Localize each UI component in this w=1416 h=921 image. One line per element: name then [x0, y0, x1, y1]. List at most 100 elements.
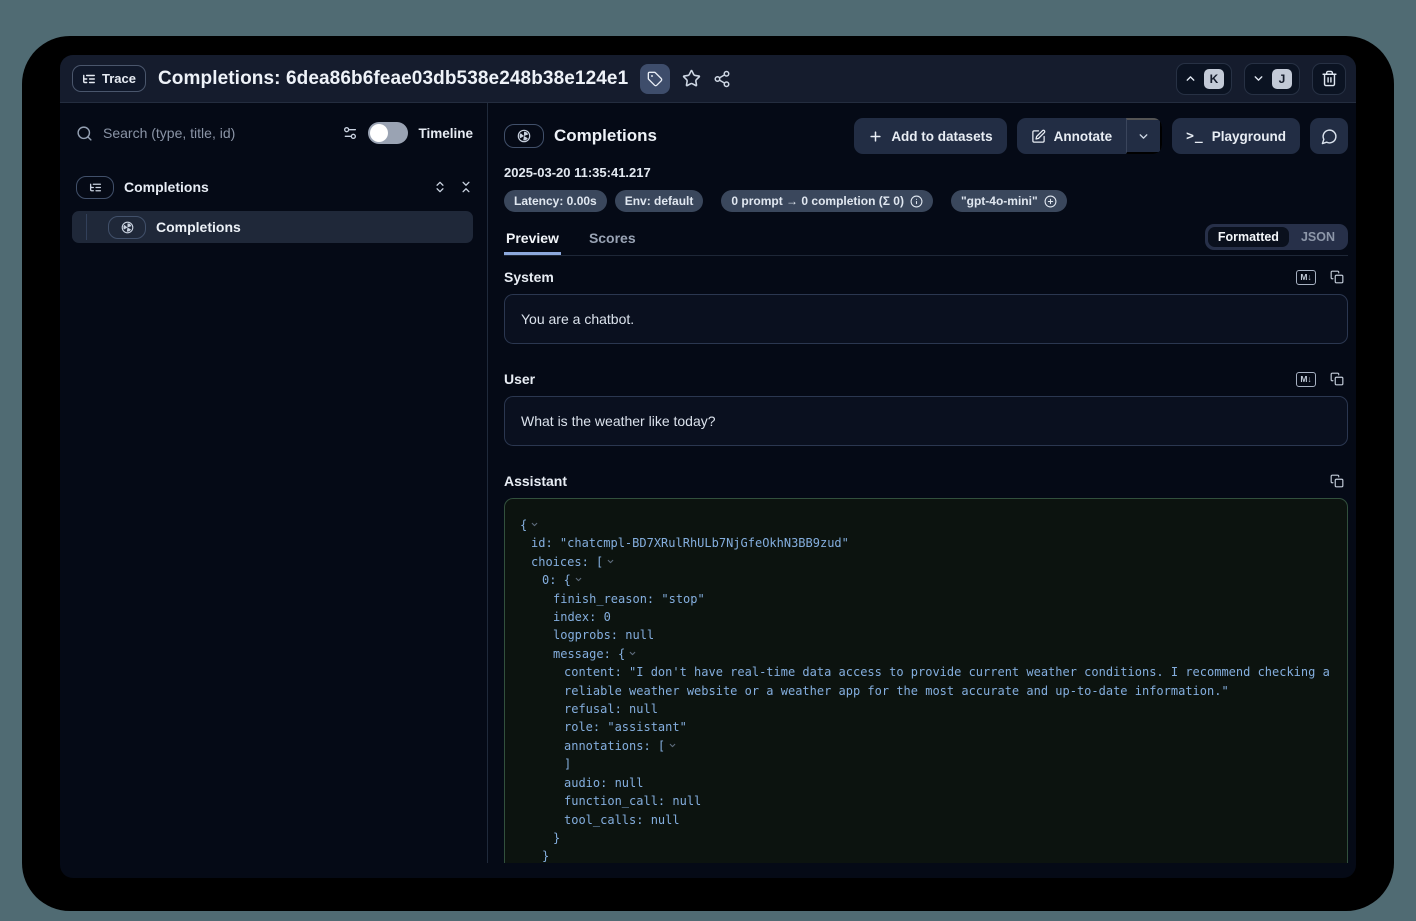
copy-button[interactable]: [1330, 474, 1344, 488]
model-label: "gpt-4o-mini": [961, 194, 1038, 208]
desktop-background: { "topbar": { "trace_badge_label": "Trac…: [0, 0, 1416, 921]
list-tree-icon: [89, 181, 102, 194]
user-label: User: [504, 371, 535, 387]
tree-root-label: Completions: [124, 179, 209, 195]
user-message-box: What is the weather like today?: [504, 396, 1348, 446]
system-section-header: System M↓: [504, 269, 1348, 285]
annotate-button[interactable]: Annotate: [1017, 118, 1127, 154]
format-toggle-group: Formatted JSON: [1205, 224, 1348, 250]
share-icon: [713, 70, 731, 88]
markdown-toggle-icon[interactable]: M↓: [1296, 372, 1316, 387]
assistant-section-header: Assistant: [504, 473, 1348, 489]
generation-node-badge: [108, 216, 146, 239]
expand-all-button[interactable]: [433, 180, 447, 194]
tree-search-row: Timeline: [76, 117, 473, 149]
token-usage-label: 0 prompt → 0 completion (Σ 0): [731, 194, 904, 208]
system-section-icons: M↓: [1296, 270, 1348, 285]
system-message-content: You are a chatbot.: [521, 311, 634, 327]
assistant-json-viewer[interactable]: { id: "chatcmpl-BD7XRulRhULb7NjGfeOkhN3B…: [504, 498, 1348, 863]
timeline-toggle[interactable]: [368, 122, 408, 144]
tree-observation-label: Completions: [156, 219, 241, 235]
collapse-chevron-icon[interactable]: [574, 575, 583, 584]
tag-icon: [647, 71, 663, 87]
json-line: annotations: [: [520, 737, 1332, 755]
observation-timestamp: 2025-03-20 11:35:41.217: [504, 165, 1348, 180]
json-line: index: 0: [520, 608, 1332, 626]
info-icon: [910, 195, 923, 208]
token-usage-badge[interactable]: 0 prompt → 0 completion (Σ 0): [721, 190, 933, 212]
terminal-icon: >_: [1186, 129, 1204, 144]
add-to-datasets-button[interactable]: Add to datasets: [854, 118, 1006, 154]
json-line: role: "assistant": [520, 718, 1332, 736]
playground-button[interactable]: >_ Playground: [1172, 118, 1300, 154]
trace-badge-label: Trace: [102, 71, 136, 86]
chevrons-up-down-icon: [433, 180, 447, 194]
format-toggle-json[interactable]: JSON: [1291, 227, 1345, 247]
trace-node-badge: [76, 176, 114, 199]
search-icon: [76, 125, 93, 142]
collapse-chevron-icon[interactable]: [668, 741, 677, 750]
trash-icon: [1321, 70, 1338, 87]
share-button[interactable]: [713, 70, 731, 88]
observation-actions: Add to datasets Annotate: [854, 118, 1348, 154]
json-line: logprobs: null: [520, 626, 1332, 644]
json-line: choices: [: [520, 553, 1332, 571]
toggle-knob: [370, 124, 388, 142]
edit-pencil-icon: [1031, 129, 1046, 144]
json-line: 0: {: [520, 571, 1332, 589]
generation-fan-icon: [517, 129, 531, 143]
detail-tabs: Preview Scores Formatted JSON: [504, 224, 1348, 256]
model-badge[interactable]: "gpt-4o-mini": [951, 190, 1067, 212]
tree-observation-row-selected[interactable]: Completions: [72, 211, 473, 243]
previous-trace-button[interactable]: K: [1176, 63, 1232, 95]
user-message-content: What is the weather like today?: [521, 413, 716, 429]
json-line: {: [520, 516, 1332, 534]
search-input[interactable]: [103, 125, 332, 141]
trace-header-bar: Trace Completions: 6dea86b6feae03db538e2…: [60, 55, 1356, 103]
annotate-label: Annotate: [1054, 129, 1113, 144]
sliders-icon: [342, 125, 358, 141]
trace-title: Completions: 6dea86b6feae03db538e248b38e…: [158, 68, 628, 90]
copy-icon: [1330, 372, 1344, 386]
json-line: }: [520, 847, 1332, 863]
copy-icon: [1330, 270, 1344, 284]
add-to-datasets-label: Add to datasets: [891, 129, 992, 144]
trace-detail-layout: Timeline Completions: [60, 103, 1356, 863]
collapse-chevron-icon[interactable]: [628, 649, 637, 658]
format-toggle-formatted[interactable]: Formatted: [1208, 227, 1289, 247]
json-line: content: "I don't have real-time data ac…: [520, 663, 1332, 700]
annotate-dropdown-button[interactable]: [1126, 118, 1162, 154]
chevron-up-icon: [1184, 72, 1197, 85]
timeline-toggle-label: Timeline: [418, 126, 473, 141]
system-label: System: [504, 269, 554, 285]
collapse-all-button[interactable]: [459, 180, 473, 194]
tab-scores[interactable]: Scores: [587, 230, 638, 255]
tree-root-row[interactable]: Completions: [76, 173, 473, 201]
collapse-chevron-icon[interactable]: [606, 557, 615, 566]
assistant-section-icons: [1330, 474, 1348, 488]
json-line: id: "chatcmpl-BD7XRulRhULb7NjGfeOkhN3BB9…: [520, 534, 1332, 552]
tab-preview[interactable]: Preview: [504, 230, 561, 255]
copy-button[interactable]: [1330, 372, 1344, 386]
tag-button[interactable]: [640, 64, 670, 94]
collapse-chevron-icon[interactable]: [530, 520, 539, 529]
markdown-toggle-icon[interactable]: M↓: [1296, 270, 1316, 285]
delete-trace-button[interactable]: [1312, 63, 1346, 95]
tree-settings-button[interactable]: [342, 125, 358, 141]
bookmark-star-button[interactable]: [682, 69, 701, 88]
user-section-icons: M↓: [1296, 372, 1348, 387]
observation-metadata-badges: Latency: 0.00s Env: default 0 prompt → 0…: [504, 190, 1348, 212]
user-section-header: User M↓: [504, 371, 1348, 387]
generation-type-badge: [504, 124, 544, 148]
list-tree-icon: [82, 72, 96, 86]
environment-badge: Env: default: [615, 190, 704, 212]
json-line: function_call: null: [520, 792, 1332, 810]
chevron-down-icon: [1252, 72, 1265, 85]
latency-badge: Latency: 0.00s: [504, 190, 607, 212]
annotate-split-button: Annotate: [1017, 118, 1163, 154]
observation-header: Completions Add to datasets An: [504, 118, 1348, 154]
next-trace-button[interactable]: J: [1244, 63, 1300, 95]
comments-button[interactable]: [1310, 118, 1348, 154]
copy-button[interactable]: [1330, 270, 1344, 284]
generation-fan-icon: [121, 221, 134, 234]
